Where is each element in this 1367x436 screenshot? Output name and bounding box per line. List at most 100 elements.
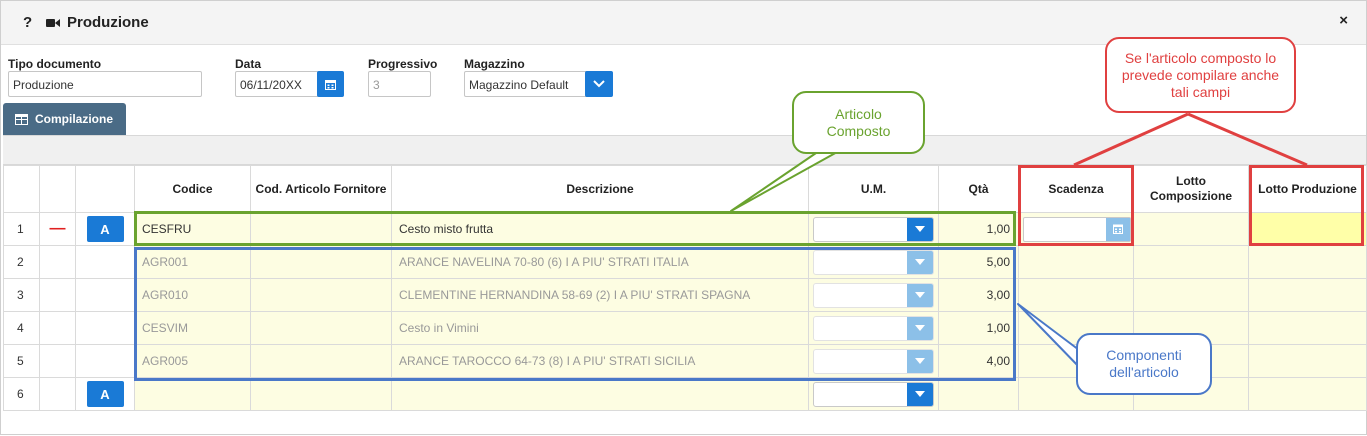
header-num [3, 165, 40, 213]
scadenza-cell [1018, 245, 1134, 279]
cod-art-forn-cell [250, 278, 392, 312]
codice-cell: AGR001 [134, 245, 251, 279]
data-field[interactable]: 06/11/20XX [235, 71, 319, 97]
a-cell [75, 311, 135, 345]
delete-row-cell [39, 311, 76, 345]
um-select [813, 249, 934, 275]
lotto-prod-cell[interactable] [1248, 212, 1367, 246]
grid-toolbar [3, 135, 1366, 165]
data-label: Data [235, 57, 262, 71]
codice-cell: AGR010 [134, 278, 251, 312]
minus-icon[interactable]: — [50, 220, 66, 237]
close-icon[interactable]: × [1339, 12, 1348, 29]
row-number: 4 [3, 311, 40, 345]
row-number: 3 [3, 278, 40, 312]
descrizione-cell[interactable]: Cesto misto frutta [391, 212, 809, 246]
componenti-text: Componenti dell'articolo [1106, 347, 1182, 380]
qta-cell[interactable]: 1,00 [938, 212, 1019, 246]
a-button[interactable]: A [86, 216, 124, 242]
um-cell [808, 278, 939, 312]
qta-cell[interactable]: 4,00 [938, 344, 1019, 378]
um-cell [808, 245, 939, 279]
delete-row-cell [39, 278, 76, 312]
header-cod-art-forn[interactable]: Cod. Articolo Fornitore [250, 165, 392, 213]
cod-art-forn-cell [250, 311, 392, 345]
header-scadenza[interactable]: Scadenza [1018, 165, 1134, 213]
a-cell [75, 278, 135, 312]
qta-cell[interactable]: 3,00 [938, 278, 1019, 312]
um-select[interactable] [813, 216, 934, 242]
magazzino-select[interactable]: Magazzino Default [464, 71, 590, 97]
tab-compilazione[interactable]: Compilazione [3, 103, 126, 135]
header-codice[interactable]: Codice [134, 165, 251, 213]
lotto-comp-cell [1133, 278, 1249, 312]
um-select [813, 348, 934, 374]
header-a [75, 165, 135, 213]
cod-art-forn-cell[interactable] [250, 212, 392, 246]
chevron-down-icon [907, 316, 933, 340]
magazzino-label: Magazzino [464, 57, 525, 71]
calendar-icon [325, 79, 336, 90]
chevron-down-icon [907, 349, 933, 373]
header-descrizione[interactable]: Descrizione [391, 165, 809, 213]
qta-cell[interactable] [938, 377, 1019, 411]
progressivo-field[interactable]: 3 [368, 71, 431, 97]
help-icon[interactable]: ? [23, 14, 32, 31]
compilare-callout: Se l'articolo composto lo prevede compil… [1105, 37, 1296, 113]
window-title: Produzione [67, 14, 149, 31]
descrizione-cell: CLEMENTINE HERNANDINA 58-69 (2) I A PIU'… [391, 278, 809, 312]
header-qta[interactable]: Qtà [938, 165, 1019, 213]
qta-cell[interactable]: 5,00 [938, 245, 1019, 279]
lotto-prod-cell [1248, 344, 1367, 378]
descrizione-cell: ARANCE TAROCCO 64-73 (8) I A PIU' STRATI… [391, 344, 809, 378]
a-cell: A [75, 212, 135, 246]
table-row: 2 AGR001 ARANCE NAVELINA 70-80 (6) I A P… [3, 245, 1367, 279]
codice-cell: CESVIM [134, 311, 251, 345]
row-number: 5 [3, 344, 40, 378]
row-number: 6 [3, 377, 40, 411]
header-lotto-comp[interactable]: Lotto Composizione [1133, 165, 1249, 213]
delete-row-cell [39, 377, 76, 411]
a-cell [75, 245, 135, 279]
calendar-button[interactable] [317, 71, 344, 97]
lotto-prod-cell[interactable] [1248, 377, 1367, 411]
lotto-comp-cell[interactable] [1133, 212, 1249, 246]
descrizione-cell: ARANCE NAVELINA 70-80 (6) I A PIU' STRAT… [391, 245, 809, 279]
um-cell [808, 377, 939, 411]
scadenza-cell [1018, 212, 1134, 246]
header-lotto-prod[interactable]: Lotto Produzione [1248, 165, 1367, 213]
grid-icon [15, 113, 28, 125]
a-cell [75, 344, 135, 378]
chevron-down-icon [907, 283, 933, 307]
progressivo-label: Progressivo [368, 57, 438, 71]
row-number: 2 [3, 245, 40, 279]
um-cell [808, 311, 939, 345]
production-window: ? Produzione × Tipo documento Produzione… [0, 0, 1367, 435]
cod-art-forn-cell [250, 344, 392, 378]
magazzino-dropdown-button[interactable] [585, 71, 613, 97]
tipo-documento-field[interactable]: Produzione [8, 71, 202, 97]
chevron-down-icon [907, 250, 933, 274]
um-select [813, 282, 934, 308]
um-select[interactable] [813, 381, 934, 407]
header-um[interactable]: U.M. [808, 165, 939, 213]
articolo-composto-callout: Articolo Composto [792, 91, 925, 154]
tipo-documento-label: Tipo documento [8, 57, 102, 71]
scadenza-date-field[interactable] [1023, 216, 1131, 242]
table-row: 3 AGR010 CLEMENTINE HERNANDINA 58-69 (2)… [3, 278, 1367, 312]
codice-cell[interactable] [134, 377, 251, 411]
um-cell [808, 212, 939, 246]
chevron-down-icon[interactable] [907, 217, 933, 241]
cod-art-forn-cell[interactable] [250, 377, 392, 411]
chevron-down-icon[interactable] [907, 382, 933, 406]
descrizione-cell[interactable] [391, 377, 809, 411]
calendar-icon[interactable] [1106, 217, 1130, 241]
a-cell: A [75, 377, 135, 411]
a-button[interactable]: A [86, 381, 124, 407]
cod-art-forn-cell [250, 245, 392, 279]
qta-cell[interactable]: 1,00 [938, 311, 1019, 345]
codice-cell[interactable]: CESFRU [134, 212, 251, 246]
compilare-text: Se l'articolo composto lo prevede compil… [1121, 49, 1280, 100]
um-select [813, 315, 934, 341]
descrizione-cell: Cesto in Vimini [391, 311, 809, 345]
